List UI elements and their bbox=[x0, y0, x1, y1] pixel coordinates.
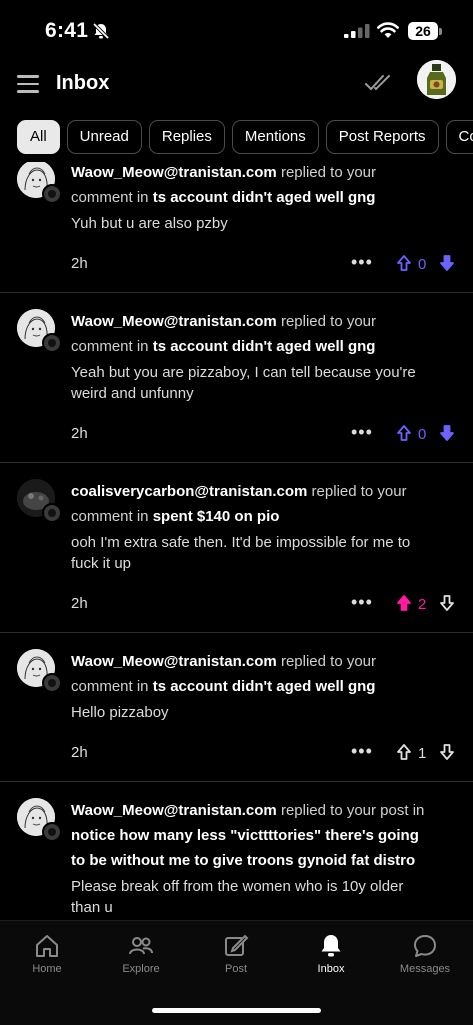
timestamp: 2h bbox=[71, 744, 88, 761]
comment-badge-icon bbox=[42, 184, 62, 204]
compose-icon bbox=[223, 933, 249, 959]
post-title[interactable]: spent $140 on pio bbox=[153, 508, 280, 525]
more-options-icon[interactable]: ••• bbox=[351, 741, 373, 762]
downvote-icon[interactable] bbox=[439, 594, 455, 616]
tab-messages-label: Messages bbox=[400, 963, 450, 975]
upvote-icon[interactable] bbox=[396, 594, 412, 616]
filter-unread[interactable]: Unread bbox=[67, 120, 142, 154]
upvote-icon[interactable] bbox=[396, 743, 412, 765]
comment-badge-icon bbox=[42, 503, 62, 523]
people-icon bbox=[128, 933, 154, 959]
reply-message: Hello pizzaboy bbox=[71, 702, 433, 723]
upvote-icon[interactable] bbox=[396, 254, 412, 276]
action-text: replied to your post in bbox=[277, 802, 425, 819]
inbox-item[interactable]: Waow_Meow@tranistan.com replied to your … bbox=[0, 162, 473, 293]
post-title[interactable]: ts account didn't aged well gng bbox=[153, 189, 376, 206]
notification-text: Waow_Meow@tranistan.com replied to your … bbox=[71, 649, 433, 699]
post-title[interactable]: ts account didn't aged well gng bbox=[153, 338, 376, 355]
downvote-icon[interactable] bbox=[439, 424, 455, 446]
more-options-icon[interactable]: ••• bbox=[351, 592, 373, 613]
item-meta: 2h ••• 1 bbox=[71, 729, 433, 781]
inbox-list: Waow_Meow@tranistan.com replied to your … bbox=[0, 162, 473, 920]
vote-score: 0 bbox=[418, 426, 426, 443]
downvote-icon[interactable] bbox=[439, 254, 455, 276]
post-title[interactable]: notice how many less "victtttories" ther… bbox=[71, 827, 419, 869]
notification-text: coalisverycarbon@tranistan.com replied t… bbox=[71, 479, 433, 529]
filter-all[interactable]: All bbox=[17, 120, 60, 154]
upvote-icon[interactable] bbox=[396, 424, 412, 446]
tab-home-label: Home bbox=[32, 963, 61, 975]
inbox-header: Inbox bbox=[0, 60, 473, 110]
chat-icon bbox=[412, 933, 438, 959]
inbox-item[interactable]: Waow_Meow@tranistan.com replied to your … bbox=[0, 633, 473, 782]
filter-comment-reports[interactable]: Comment Reports bbox=[446, 120, 473, 154]
reply-message: Please break off from the women who is 1… bbox=[71, 876, 433, 918]
tab-messages[interactable]: Messages bbox=[380, 933, 470, 975]
inbox-item[interactable]: coalisverycarbon@tranistan.com replied t… bbox=[0, 463, 473, 633]
downvote-icon[interactable] bbox=[439, 743, 455, 765]
inbox-item[interactable]: Waow_Meow@tranistan.com replied to your … bbox=[0, 782, 473, 920]
timestamp: 2h bbox=[71, 425, 88, 442]
inbox-item[interactable]: Waow_Meow@tranistan.com replied to your … bbox=[0, 293, 473, 463]
filter-mentions[interactable]: Mentions bbox=[232, 120, 319, 154]
home-indicator bbox=[152, 1008, 321, 1013]
username[interactable]: Waow_Meow@tranistan.com bbox=[71, 313, 277, 330]
notification-text: Waow_Meow@tranistan.com replied to your … bbox=[71, 162, 433, 210]
item-meta: 2h ••• 2 bbox=[71, 580, 433, 632]
notification-text: Waow_Meow@tranistan.com replied to your … bbox=[71, 798, 433, 873]
username[interactable]: Waow_Meow@tranistan.com bbox=[71, 164, 277, 181]
cellular-signal-icon bbox=[344, 24, 370, 43]
vote-score: 1 bbox=[418, 745, 426, 762]
reply-message: ooh I'm extra safe then. It'd be impossi… bbox=[71, 532, 433, 574]
tab-inbox-label: Inbox bbox=[318, 963, 345, 975]
vote-score: 2 bbox=[418, 596, 426, 613]
profile-avatar-button[interactable] bbox=[417, 60, 456, 99]
reply-message: Yeah but you are pizzaboy, I can tell be… bbox=[71, 362, 433, 404]
more-options-icon[interactable]: ••• bbox=[351, 422, 373, 443]
vote-score: 0 bbox=[418, 256, 426, 273]
username[interactable]: Waow_Meow@tranistan.com bbox=[71, 802, 277, 819]
tab-inbox[interactable]: Inbox bbox=[286, 933, 376, 975]
timestamp: 2h bbox=[71, 595, 88, 612]
battery-nub bbox=[439, 28, 442, 35]
page-title: Inbox bbox=[56, 72, 109, 95]
battery-indicator: 26 bbox=[408, 22, 438, 40]
tab-home[interactable]: Home bbox=[2, 933, 92, 975]
post-title[interactable]: ts account didn't aged well gng bbox=[153, 678, 376, 695]
more-options-icon[interactable]: ••• bbox=[351, 252, 373, 273]
tab-explore-label: Explore bbox=[122, 963, 159, 975]
comment-badge-icon bbox=[42, 673, 62, 693]
username[interactable]: coalisverycarbon@tranistan.com bbox=[71, 483, 307, 500]
mark-all-read-icon[interactable] bbox=[364, 73, 392, 98]
comment-badge-icon bbox=[42, 333, 62, 353]
filter-tabs: AllUnreadRepliesMentionsPost Reports Comm… bbox=[17, 120, 473, 156]
status-time: 6:41 bbox=[45, 19, 88, 43]
username[interactable]: Waow_Meow@tranistan.com bbox=[71, 653, 277, 670]
tab-explore[interactable]: Explore bbox=[96, 933, 186, 975]
hamburger-menu-button[interactable] bbox=[17, 75, 39, 95]
bell-icon bbox=[318, 933, 344, 959]
filter-replies[interactable]: Replies bbox=[149, 120, 225, 154]
item-meta: 2h ••• 0 bbox=[71, 240, 433, 292]
item-meta: 2h ••• 0 bbox=[71, 410, 433, 462]
comment-badge-icon bbox=[42, 822, 62, 842]
reply-message: Yuh but u are also pzby bbox=[71, 213, 433, 234]
wifi-icon bbox=[377, 22, 399, 44]
tab-post[interactable]: Post bbox=[191, 933, 281, 975]
status-bar: 6:41 26 bbox=[0, 0, 473, 60]
inbox-feed: Waow_Meow@tranistan.com replied to your … bbox=[0, 162, 473, 920]
home-icon bbox=[34, 933, 60, 959]
tab-post-label: Post bbox=[225, 963, 247, 975]
silent-bell-icon bbox=[92, 22, 110, 45]
filter-post-reports[interactable]: Post Reports bbox=[326, 120, 439, 154]
timestamp: 2h bbox=[71, 255, 88, 272]
notification-text: Waow_Meow@tranistan.com replied to your … bbox=[71, 309, 433, 359]
